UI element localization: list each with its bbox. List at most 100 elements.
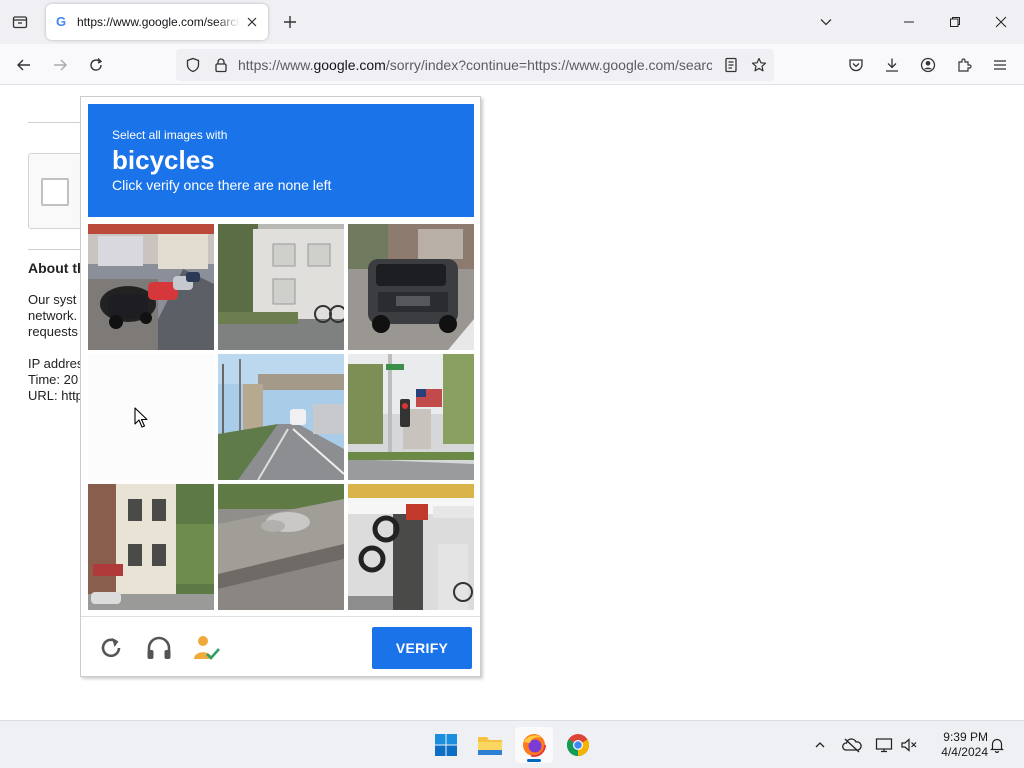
account-button[interactable]: [913, 50, 943, 80]
url-host: google.com: [313, 57, 386, 73]
about-heading: About th: [28, 260, 86, 276]
reload-button[interactable]: [81, 50, 111, 80]
challenge-hint: Click verify once there are none left: [112, 177, 332, 193]
file-explorer-icon: [478, 737, 502, 755]
list-all-tabs-button[interactable]: [803, 0, 849, 44]
chrome-taskbar-button[interactable]: [559, 727, 597, 763]
address-bar[interactable]: https://www.google.com/sorry/index?conti…: [176, 49, 774, 81]
taskbar-clock[interactable]: 9:39 PM 4/4/2024: [926, 730, 988, 760]
shield-icon[interactable]: [185, 57, 201, 73]
tab-close-button[interactable]: [244, 14, 260, 30]
tab-strip: G https://www.google.com/search: [0, 0, 1024, 44]
image-tile-street-parked-cars[interactable]: [88, 224, 214, 350]
recaptcha-checkbox[interactable]: [41, 178, 69, 206]
close-window-button[interactable]: [978, 0, 1024, 44]
close-window-icon: [995, 16, 1007, 28]
recaptcha-checkbox-card: [28, 153, 88, 229]
challenge-instruction: Select all images with: [112, 128, 228, 142]
download-icon: [886, 58, 898, 72]
plus-icon: [284, 16, 296, 28]
star-icon[interactable]: [751, 57, 767, 73]
taskbar: 9:39 PM 4/4/2024: [0, 720, 1024, 768]
volume-muted-icon: [901, 738, 917, 752]
notification-bell-icon: [990, 738, 1004, 753]
reload-icon: [90, 58, 103, 71]
downloads-button[interactable]: [877, 50, 907, 80]
divider: [28, 122, 88, 123]
extensions-button[interactable]: [949, 50, 979, 80]
image-tile-building-with-bicycle[interactable]: [218, 224, 344, 350]
lock-icon[interactable]: [213, 57, 229, 73]
image-tile-blank[interactable]: [88, 354, 214, 480]
app-menu-button[interactable]: [985, 50, 1015, 80]
start-button[interactable]: [427, 727, 465, 763]
volume-tray-button[interactable]: [896, 733, 922, 757]
menu-icon: [994, 60, 1006, 70]
image-tile-sidewalk[interactable]: [218, 484, 344, 610]
back-icon: [17, 59, 30, 71]
time-line: Time: 20: [28, 372, 79, 387]
restore-icon: [950, 17, 960, 27]
close-icon: [247, 17, 257, 27]
reader-view-icon[interactable]: [723, 57, 739, 73]
windows-start-icon: [435, 734, 457, 756]
pocket-icon: [849, 59, 863, 72]
info-person-icon: [194, 636, 220, 660]
clock-time: 9:39 PM: [943, 730, 988, 744]
tab-title: https://www.google.com/search: [77, 15, 240, 29]
tab-list-button[interactable]: [6, 8, 34, 36]
reload-icon: [101, 638, 121, 658]
about-line: Our syst: [28, 292, 77, 307]
help-button[interactable]: [191, 633, 221, 663]
audio-challenge-button[interactable]: [144, 633, 174, 663]
image-tile-road-with-footbridge[interactable]: [218, 354, 344, 480]
restore-button[interactable]: [932, 0, 978, 44]
mouse-cursor-icon: [134, 407, 148, 428]
image-tile-traffic-light-flag[interactable]: [348, 354, 474, 480]
show-hidden-icons-button[interactable]: [807, 733, 833, 757]
challenge-footer: VERIFY: [81, 616, 480, 676]
chevron-up-icon: [815, 742, 825, 748]
challenge-target: bicycles: [112, 145, 215, 175]
file-explorer-button[interactable]: [471, 727, 509, 763]
onedrive-icon: [842, 738, 862, 753]
image-tile-row-houses[interactable]: [88, 484, 214, 610]
firefox-icon: [522, 733, 546, 757]
ip-address-line: IP addres: [28, 356, 84, 371]
display-icon: [875, 738, 893, 753]
forward-button[interactable]: [45, 50, 75, 80]
headphones-icon: [147, 636, 171, 659]
pocket-button[interactable]: [841, 50, 871, 80]
reload-challenge-button[interactable]: [96, 633, 126, 663]
tab-list-icon: [12, 16, 28, 29]
new-tab-button[interactable]: [276, 8, 304, 36]
chevron-down-icon: [820, 19, 832, 26]
active-tab[interactable]: G https://www.google.com/search: [46, 4, 268, 40]
challenge-header: Select all images with bicycles Click ve…: [88, 104, 474, 217]
navigation-toolbar: https://www.google.com/sorry/index?conti…: [0, 44, 1024, 85]
forward-icon: [54, 59, 67, 71]
about-line: requests: [28, 324, 78, 339]
url-line: URL: http: [28, 388, 83, 403]
onedrive-tray-button[interactable]: [839, 733, 865, 757]
google-favicon-icon: G: [56, 14, 67, 29]
divider: [28, 249, 88, 250]
image-tile-pickup-truck[interactable]: [348, 224, 474, 350]
url-prefix: https://www.: [238, 57, 314, 73]
notifications-button[interactable]: [984, 733, 1010, 757]
recaptcha-challenge: Select all images with bicycles Click ve…: [80, 96, 481, 677]
back-button[interactable]: [9, 50, 39, 80]
image-tile-garage-with-tires[interactable]: [348, 484, 474, 610]
url-path: /sorry/index?continue=https://www.google…: [385, 57, 712, 73]
minimize-icon: [904, 21, 914, 23]
url-text[interactable]: https://www.google.com/sorry/index?conti…: [238, 57, 712, 73]
minimize-button[interactable]: [886, 0, 932, 44]
account-icon: [920, 57, 936, 73]
verify-button[interactable]: VERIFY: [372, 627, 472, 669]
firefox-taskbar-button[interactable]: [515, 727, 553, 763]
display-tray-button[interactable]: [871, 733, 897, 757]
chrome-icon: [567, 734, 589, 756]
clock-date: 4/4/2024: [941, 745, 988, 759]
extensions-icon: [958, 58, 972, 72]
about-line: network.: [28, 308, 78, 323]
